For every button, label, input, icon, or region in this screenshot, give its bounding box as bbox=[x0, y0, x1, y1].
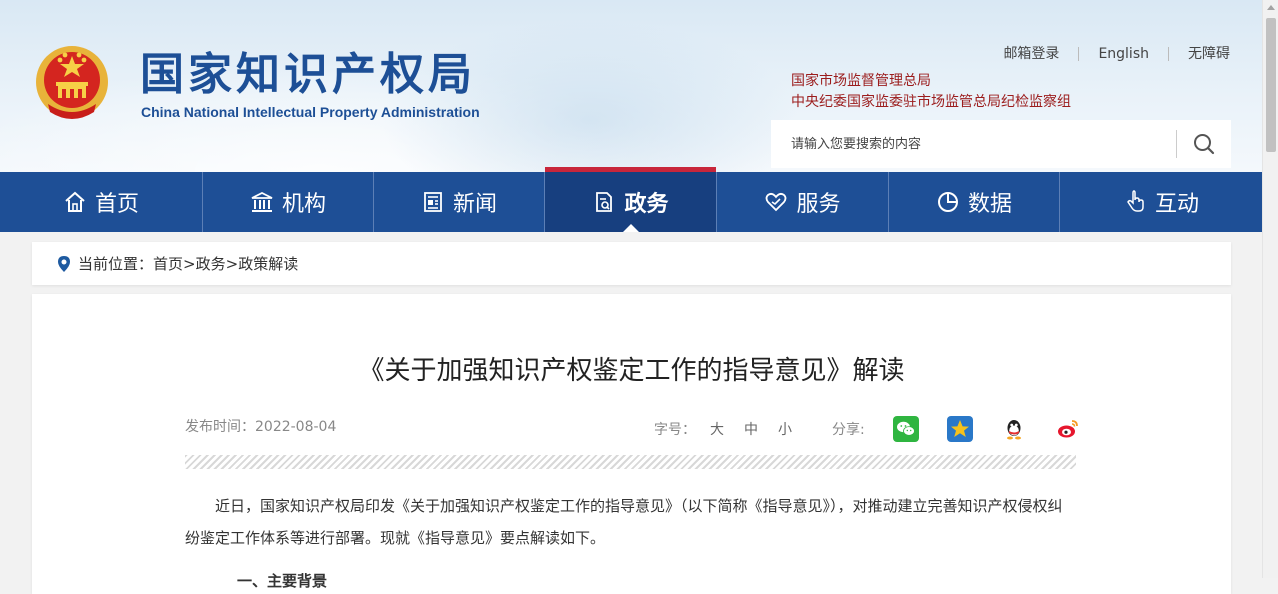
scroll-up-arrow-icon[interactable] bbox=[1267, 5, 1275, 10]
article-paragraph: 近日，国家知识产权局印发《关于加强知识产权鉴定工作的指导意见》（以下简称《指导意… bbox=[185, 497, 1063, 547]
breadcrumb-separator: > bbox=[225, 254, 239, 273]
institution-icon bbox=[250, 190, 274, 214]
share-label: 分享: bbox=[832, 422, 865, 438]
nav-label-service: 服务 bbox=[796, 192, 841, 217]
nav-item-service[interactable]: 服务 bbox=[717, 172, 889, 232]
scrollbar-thumb[interactable] bbox=[1266, 18, 1276, 152]
article-container: 《关于加强知识产权鉴定工作的指导意见》解读 发布时间：2022-08-04 字号… bbox=[32, 294, 1231, 594]
breadcrumb-separator: > bbox=[183, 254, 196, 273]
government-affairs-icon bbox=[592, 190, 616, 214]
font-size-label: 字号： bbox=[654, 422, 696, 438]
divider-hatch bbox=[185, 455, 1076, 469]
article-section-heading: 一、主要背景 bbox=[237, 572, 328, 590]
site-title: 国家知识产权局 bbox=[140, 49, 476, 100]
wechat-icon[interactable] bbox=[892, 416, 919, 442]
breadcrumb-prefix: 当前位置： bbox=[78, 255, 154, 273]
news-icon bbox=[421, 190, 445, 214]
home-icon bbox=[63, 190, 87, 214]
nav-item-interaction[interactable]: 互动 bbox=[1060, 172, 1262, 232]
site-subtitle: China National Intellectual Property Adm… bbox=[141, 104, 480, 120]
breadcrumb-government-affairs[interactable]: 政务 bbox=[196, 253, 226, 274]
font-size-small[interactable]: 小 bbox=[778, 419, 792, 439]
top-links: 邮箱登录 English 无障碍 bbox=[984, 47, 1230, 61]
data-icon bbox=[936, 190, 960, 214]
weibo-icon[interactable] bbox=[1054, 416, 1081, 442]
english-link[interactable]: English bbox=[1078, 47, 1168, 61]
main-nav: 首页 机构 新闻 政务 服务 数据 互动 bbox=[0, 167, 1262, 232]
nav-label-interaction: 互动 bbox=[1154, 192, 1199, 217]
interaction-icon bbox=[1123, 190, 1147, 214]
font-size-large[interactable]: 大 bbox=[710, 419, 724, 439]
search-input[interactable] bbox=[771, 120, 1176, 168]
nav-item-government-affairs[interactable]: 政务 bbox=[545, 167, 717, 232]
nav-item-data[interactable]: 数据 bbox=[889, 172, 1060, 232]
qzone-icon[interactable] bbox=[946, 416, 973, 442]
nav-label-data: 数据 bbox=[967, 192, 1012, 217]
org-line-samr[interactable]: 国家市场监督管理总局 bbox=[791, 70, 931, 90]
page-scrollbar[interactable] bbox=[1262, 0, 1278, 578]
nav-label-home: 首页 bbox=[94, 192, 139, 217]
breadcrumb: 当前位置： 首页 > 政务 > 政策解读 bbox=[32, 242, 1231, 285]
search-button[interactable] bbox=[1177, 120, 1231, 168]
breadcrumb-home[interactable]: 首页 bbox=[153, 253, 183, 274]
location-pin-icon bbox=[56, 255, 72, 273]
nav-label-government-affairs: 政务 bbox=[624, 192, 669, 217]
publish-time: 发布时间：2022-08-04 bbox=[185, 419, 337, 435]
search-box bbox=[771, 120, 1231, 168]
national-emblem-icon bbox=[36, 46, 108, 119]
mail-login-link[interactable]: 邮箱登录 bbox=[984, 47, 1078, 61]
qq-icon[interactable] bbox=[1000, 416, 1027, 442]
search-icon bbox=[1194, 134, 1215, 155]
nav-item-home[interactable]: 首页 bbox=[0, 172, 203, 232]
site-header: 国家知识产权局 China National Intellectual Prop… bbox=[0, 0, 1262, 172]
accessibility-link[interactable]: 无障碍 bbox=[1168, 47, 1230, 61]
breadcrumb-policy-interpretation[interactable]: 政策解读 bbox=[238, 253, 298, 274]
article-title: 《关于加强知识产权鉴定工作的指导意见》解读 bbox=[358, 356, 905, 386]
nav-label-institution: 机构 bbox=[281, 192, 326, 217]
service-icon bbox=[764, 190, 788, 214]
nav-item-news[interactable]: 新闻 bbox=[374, 172, 545, 232]
article-tools: 字号： 大 中 小 分享: bbox=[654, 416, 1081, 442]
nav-label-news: 新闻 bbox=[452, 192, 497, 217]
org-line-discipline[interactable]: 中央纪委国家监委驻市场监管总局纪检监察组 bbox=[791, 91, 1071, 111]
font-size-medium[interactable]: 中 bbox=[744, 419, 758, 439]
nav-item-institution[interactable]: 机构 bbox=[203, 172, 374, 232]
